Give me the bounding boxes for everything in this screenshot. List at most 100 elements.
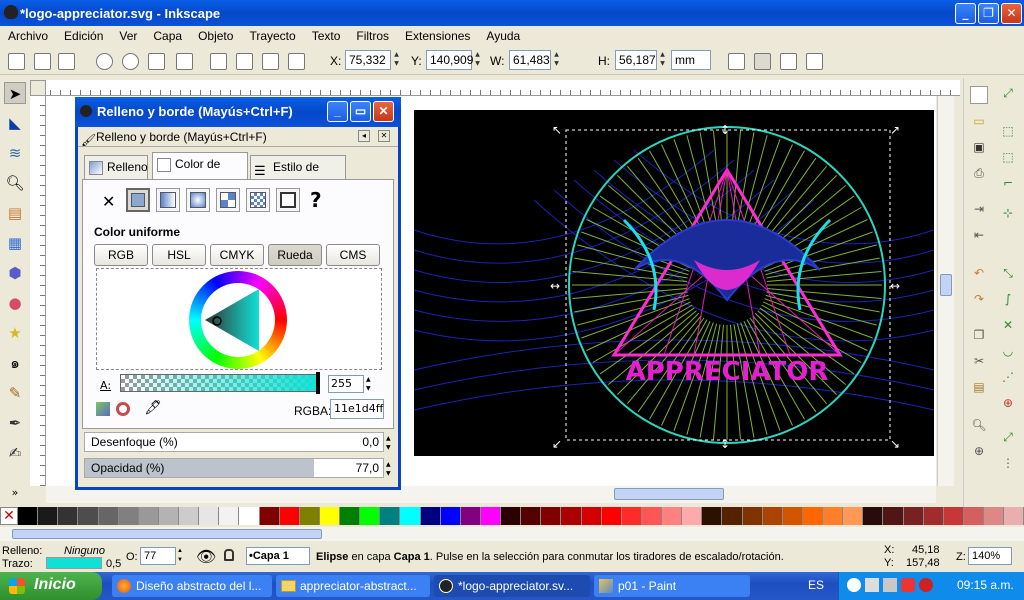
mode-cms-button[interactable]: CMS: [326, 244, 380, 266]
palette-swatch[interactable]: [641, 507, 662, 525]
y-field[interactable]: 140,909: [426, 50, 473, 70]
palette-swatch[interactable]: [158, 507, 179, 525]
dialog-hide-icon[interactable]: ✕: [378, 130, 390, 142]
tweak-tool-icon[interactable]: ≋: [4, 142, 26, 164]
palette-swatch[interactable]: [501, 507, 522, 525]
palette-swatch[interactable]: [802, 507, 823, 525]
new-document-icon[interactable]: [970, 86, 988, 104]
task-inkscape[interactable]: *logo-appreciator.sv...: [434, 575, 590, 597]
lower-icon[interactable]: [262, 53, 279, 70]
menu-archivo[interactable]: Archivo: [8, 29, 48, 43]
palette-swatch[interactable]: [843, 507, 864, 525]
palette-swatch[interactable]: [521, 507, 542, 525]
star-tool-icon[interactable]: ★: [4, 322, 26, 344]
menu-filtros[interactable]: Filtros: [356, 29, 389, 43]
swatch-button[interactable]: [246, 188, 270, 212]
palette-swatch[interactable]: [219, 507, 240, 525]
palette-swatch[interactable]: [903, 507, 924, 525]
color-palette[interactable]: ✕: [0, 507, 1024, 527]
alpha-field[interactable]: 255: [328, 375, 364, 393]
palette-swatch[interactable]: [762, 507, 783, 525]
color-picker-icon[interactable]: 🖋︎: [144, 400, 162, 416]
menu-extensiones[interactable]: Extensiones: [405, 29, 470, 43]
flat-color-button[interactable]: [126, 188, 150, 212]
palette-swatch[interactable]: [823, 507, 844, 525]
scale-stroke-icon[interactable]: [728, 53, 745, 70]
paste-icon[interactable]: ▤: [970, 378, 988, 396]
palette-swatch[interactable]: [702, 507, 723, 525]
snap-centers-icon[interactable]: ⊕: [999, 394, 1017, 412]
close-button[interactable]: ✕: [1001, 3, 1022, 24]
raise-to-top-icon[interactable]: [210, 53, 227, 70]
export-icon[interactable]: ⇤: [970, 226, 988, 244]
palette-swatch[interactable]: [682, 507, 703, 525]
palette-swatch[interactable]: [279, 507, 300, 525]
redo-icon[interactable]: ↷: [970, 290, 988, 308]
menu-edicion[interactable]: Edición: [64, 29, 103, 43]
snap-intersections-icon[interactable]: ✕: [999, 316, 1017, 334]
palette-swatch[interactable]: [883, 507, 904, 525]
opacity-row-value[interactable]: 77,0: [356, 459, 379, 477]
opacity-spinner[interactable]: ▲ ▼: [177, 547, 183, 565]
calligraphy-tool-icon[interactable]: ✍: [4, 442, 26, 464]
w-spinner[interactable]: ▲ ▼: [551, 50, 562, 70]
snap-bbox-edges-icon[interactable]: ⬚: [999, 148, 1017, 166]
spiral-tool-icon[interactable]: ๑: [4, 352, 26, 374]
palette-swatch[interactable]: [118, 507, 139, 525]
palette-swatch[interactable]: [38, 507, 59, 525]
tray-volume-icon[interactable]: [883, 578, 897, 592]
clock[interactable]: 09:15 a.m.: [957, 578, 1014, 592]
language-indicator[interactable]: ES: [808, 578, 824, 592]
tray-security-icon[interactable]: [901, 578, 915, 592]
menu-objeto[interactable]: Objeto: [198, 29, 233, 43]
task-folder[interactable]: appreciator-abstract...: [276, 575, 430, 597]
palette-swatch[interactable]: [400, 507, 421, 525]
palette-swatch[interactable]: [923, 507, 944, 525]
layer-select[interactable]: •Capa 1: [246, 547, 310, 565]
palette-swatch[interactable]: [621, 507, 642, 525]
more-tools-icon[interactable]: »: [4, 482, 26, 504]
blur-row[interactable]: Desenfoque (%) 0,0: [84, 432, 384, 452]
h-field[interactable]: 56,187: [615, 50, 657, 70]
palette-swatch[interactable]: [943, 507, 964, 525]
palette-scroll-thumb[interactable]: [12, 529, 322, 539]
rotate-cw-icon[interactable]: [122, 53, 139, 70]
palette-swatch[interactable]: [541, 507, 562, 525]
task-firefox[interactable]: Diseño abstracto del l...: [112, 575, 272, 597]
rgba-field[interactable]: 11e1d4ff: [330, 399, 384, 419]
node-tool-icon[interactable]: ◣: [4, 112, 26, 134]
save-icon[interactable]: ▣: [970, 138, 988, 156]
snap-bbox-icon[interactable]: ⬚: [999, 122, 1017, 140]
alpha-slider[interactable]: [120, 374, 320, 392]
color-triangle[interactable]: [201, 283, 275, 357]
no-paint-swatch[interactable]: ✕: [0, 507, 18, 525]
layer-lock-icon[interactable]: [224, 549, 234, 561]
print-icon[interactable]: ⎙: [970, 164, 988, 182]
unit-select[interactable]: mm: [671, 50, 711, 70]
stroke-width[interactable]: 0,5: [106, 558, 121, 570]
ellipse-tool-icon[interactable]: ●: [4, 292, 26, 314]
alpha-slider-handle[interactable]: [316, 372, 320, 394]
tray-network-icon[interactable]: [865, 578, 879, 592]
palette-swatch[interactable]: [380, 507, 401, 525]
transform-patterns-icon[interactable]: [806, 53, 823, 70]
opacity-row[interactable]: Opacidad (%) 77,0: [84, 458, 384, 478]
palette-swatch[interactable]: [460, 507, 481, 525]
y-spinner[interactable]: ▲ ▼: [472, 50, 483, 70]
w-field[interactable]: 61,483: [509, 50, 551, 70]
vscroll-thumb[interactable]: [940, 274, 952, 296]
mode-rgb-button[interactable]: RGB: [94, 244, 148, 266]
color-wheel-area[interactable]: [96, 268, 382, 370]
palette-swatch[interactable]: [963, 507, 984, 525]
menu-texto[interactable]: Texto: [312, 29, 341, 43]
select-all-layers-icon[interactable]: [34, 53, 51, 70]
palette-swatch[interactable]: [58, 507, 79, 525]
mode-wheel-button[interactable]: Rueda: [268, 244, 322, 266]
minimize-button[interactable]: _: [955, 3, 976, 24]
palette-swatch[interactable]: [259, 507, 280, 525]
x-spinner[interactable]: ▲ ▼: [391, 50, 402, 70]
undo-icon[interactable]: ↶: [970, 264, 988, 282]
hscroll-thumb[interactable]: [614, 488, 724, 500]
scale-corners-icon[interactable]: [754, 53, 771, 70]
rotate-ccw-icon[interactable]: [96, 53, 113, 70]
